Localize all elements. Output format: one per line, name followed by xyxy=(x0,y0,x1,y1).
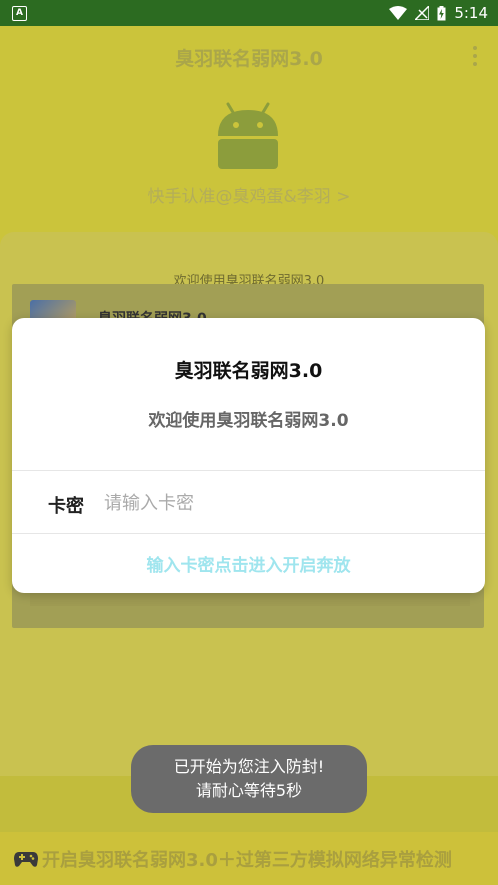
status-bar-right: 5:14 xyxy=(389,4,488,22)
app-notification-icon: A xyxy=(12,5,27,21)
toast-line-1: 已开始为您注入防封! xyxy=(173,757,325,776)
wifi-icon xyxy=(389,6,408,20)
status-bar: A 5:14 xyxy=(0,0,498,26)
toast-line-2: 请耐心等待5秒 xyxy=(195,781,303,800)
confirm-button[interactable]: 输入卡密点击进入开启奔放 xyxy=(12,534,485,593)
panel-shadow xyxy=(30,592,470,606)
marquee-text: 开启臭羽联名弱网3.0＋过第三方模拟网络异常检测 xyxy=(42,849,452,871)
battery-charging-icon xyxy=(437,5,446,20)
clock: 5:14 xyxy=(454,4,488,22)
author-link[interactable]: 快手认准@臭鸡蛋&李羽 > xyxy=(0,182,498,207)
card-key-label: 卡密 xyxy=(48,496,84,517)
activation-dialog: 臭羽联名弱网3.0 欢迎使用臭羽联名弱网3.0 卡密 输入卡密点击进入开启奔放 xyxy=(12,318,485,593)
marquee-banner: 开启臭羽联名弱网3.0＋过第三方模拟网络异常检测 xyxy=(0,832,498,885)
dialog-message: 欢迎使用臭羽联名弱网3.0 xyxy=(148,411,349,431)
card-key-input[interactable] xyxy=(104,484,454,522)
status-bar-left: A xyxy=(12,5,27,21)
divider xyxy=(12,470,485,471)
dialog-title: 臭羽联名弱网3.0 xyxy=(174,360,323,382)
app-title: 臭羽联名弱网3.0 xyxy=(175,48,323,70)
signal-icon xyxy=(415,6,430,20)
android-robot-icon xyxy=(218,102,278,169)
gamepad-icon xyxy=(14,851,38,867)
toast-message: 已开始为您注入防封! 请耐心等待5秒 xyxy=(131,745,367,813)
overflow-menu-icon[interactable] xyxy=(472,46,478,66)
